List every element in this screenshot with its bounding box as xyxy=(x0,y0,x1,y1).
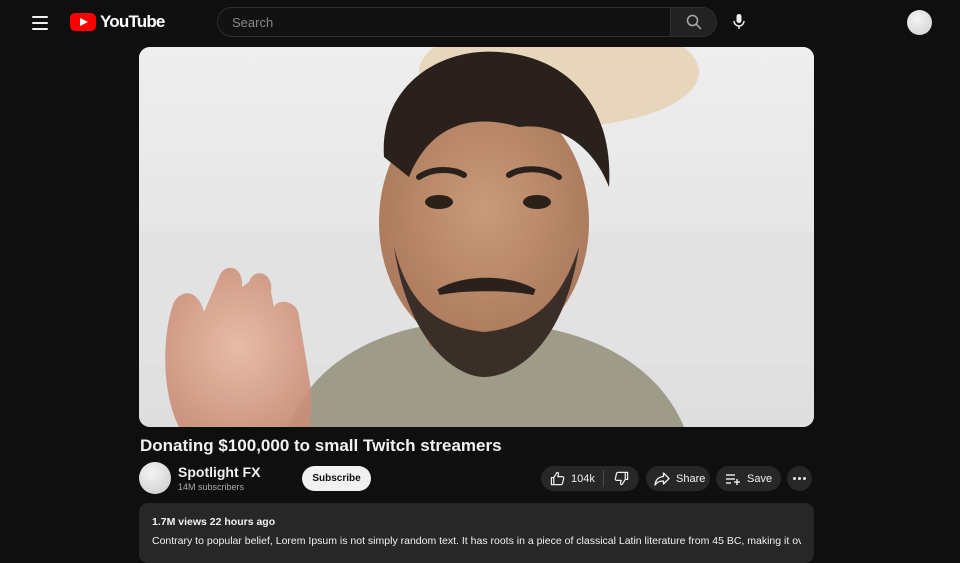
logo-wordmark: YouTube xyxy=(100,12,165,31)
video-title: Donating $100,000 to small Twitch stream… xyxy=(140,436,502,455)
channel-name[interactable]: Spotlight FX xyxy=(178,464,260,480)
channel-avatar[interactable] xyxy=(139,462,171,494)
search-icon xyxy=(686,14,701,30)
account-avatar[interactable] xyxy=(907,10,932,35)
thumbs-up-icon xyxy=(550,471,565,486)
share-button[interactable]: Share xyxy=(646,466,710,491)
menu-icon[interactable] xyxy=(26,12,54,34)
like-button[interactable]: 104k xyxy=(541,466,603,491)
like-count: 104k xyxy=(571,472,595,485)
share-icon xyxy=(654,471,670,486)
youtube-logo[interactable]: YouTube xyxy=(70,12,165,32)
top-bar: YouTube xyxy=(0,0,960,44)
view-count-and-date: 1.7M views 22 hours ago xyxy=(152,516,276,528)
description-box[interactable]: 1.7M views 22 hours ago Contrary to popu… xyxy=(139,503,814,563)
save-label: Save xyxy=(747,472,773,485)
more-icon[interactable] xyxy=(787,466,812,491)
share-label: Share xyxy=(676,472,706,485)
search-button[interactable] xyxy=(670,8,716,36)
video-player[interactable] xyxy=(139,47,814,427)
microphone-icon xyxy=(733,14,745,29)
save-button[interactable]: Save xyxy=(716,466,781,491)
like-dislike-group: 104k xyxy=(541,466,639,491)
dislike-button[interactable] xyxy=(604,466,639,491)
save-playlist-icon xyxy=(726,473,740,485)
description-text: Contrary to popular belief, Lorem Ipsum … xyxy=(152,535,801,547)
thumbs-down-icon xyxy=(614,471,629,486)
video-frame xyxy=(139,47,814,427)
search-input[interactable] xyxy=(218,8,670,36)
subscribe-button[interactable]: Subscribe xyxy=(302,466,371,491)
search-bar xyxy=(217,7,717,37)
subscriber-count: 14M subscribers xyxy=(178,482,245,492)
microphone-button[interactable] xyxy=(728,10,750,34)
youtube-logo-icon xyxy=(70,13,96,31)
